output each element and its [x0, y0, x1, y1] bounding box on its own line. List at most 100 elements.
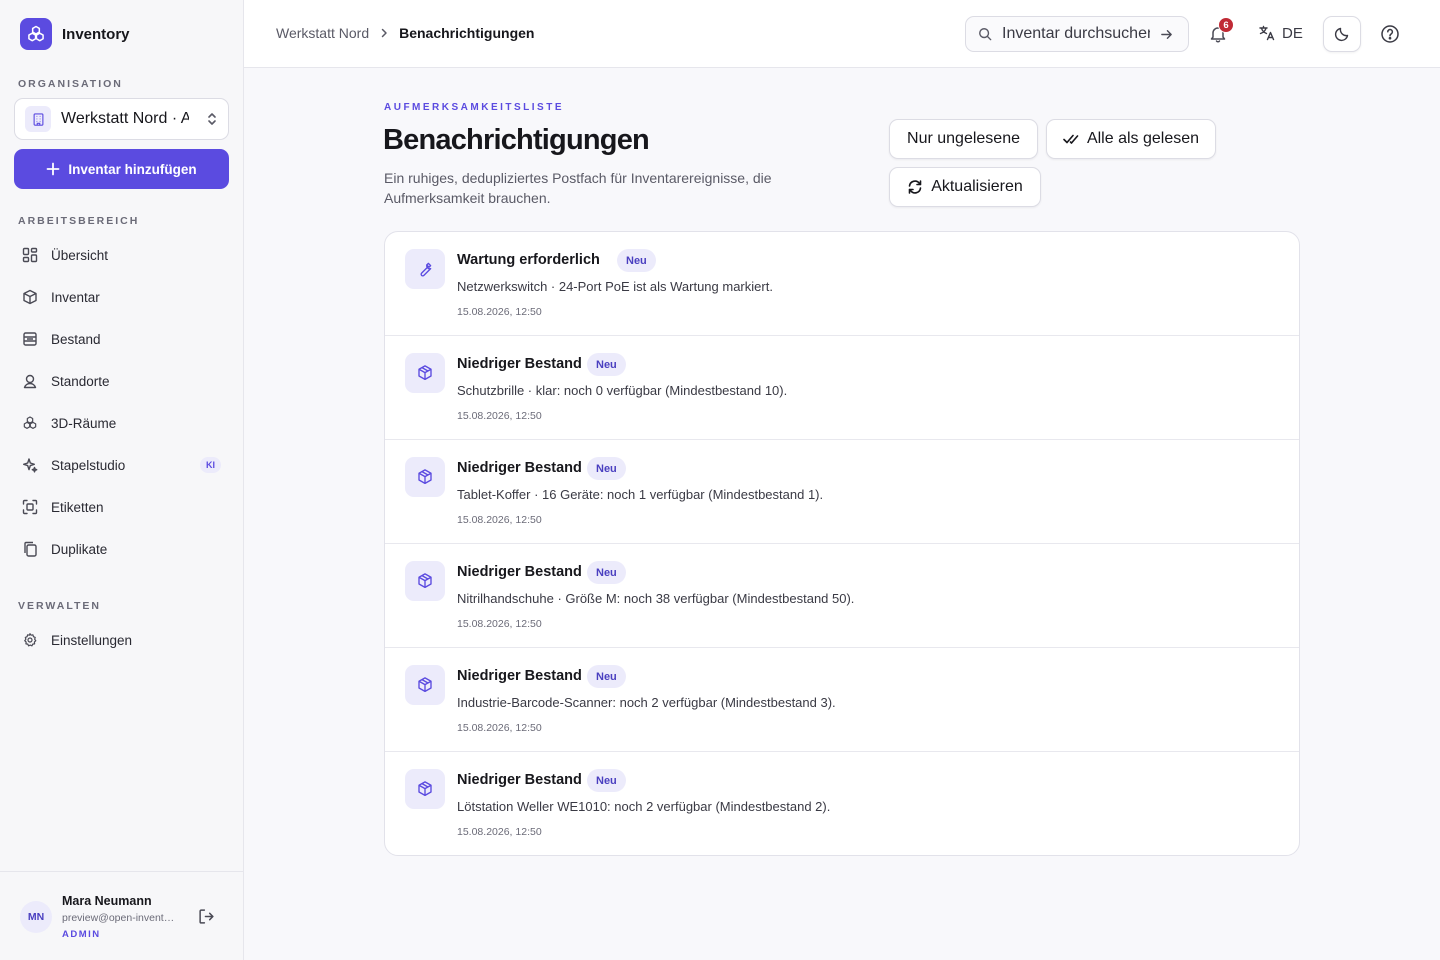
notification-message: Schutzbrille · klar: noch 0 verfügbar (M…: [457, 383, 788, 398]
package-icon: [405, 665, 445, 705]
user-email: preview@open-inventory.app: [62, 912, 178, 924]
search-icon: [978, 27, 992, 41]
notification-count-badge: 6: [1218, 17, 1234, 33]
theme-toggle-button[interactable]: [1323, 16, 1361, 52]
user-panel: MN Mara Neumann preview@open-inventory.a…: [0, 871, 243, 960]
brand[interactable]: Inventory: [20, 18, 130, 50]
search-input[interactable]: [1002, 25, 1150, 43]
sidebar: Inventory ORGANISATION Werkstatt Nord · …: [0, 0, 244, 960]
scan-icon: [22, 499, 38, 515]
notification-title: Niedriger Bestand: [457, 356, 582, 372]
notification-title: Wartung erforderlich: [457, 252, 600, 268]
new-badge: Neu: [587, 665, 626, 688]
sidebar-item-overview[interactable]: Übersicht: [14, 238, 229, 272]
notification-message: Nitrilhandschuhe · Größe M: noch 38 verf…: [457, 591, 855, 606]
page-title: Benachrichtigungen: [383, 124, 650, 156]
sparkle-icon: [22, 457, 38, 473]
sidebar-item-inventory[interactable]: Inventar: [14, 280, 229, 314]
refresh-icon: [907, 179, 923, 195]
notification-item[interactable]: Niedriger Bestand Neu Tablet-Koffer · 16…: [385, 440, 1299, 544]
notification-item[interactable]: Niedriger Bestand Neu Nitrilhandschuhe ·…: [385, 544, 1299, 648]
location-icon: [22, 373, 38, 389]
copy-icon: [22, 541, 38, 557]
translate-icon: [1258, 24, 1276, 42]
wrench-icon: [405, 249, 445, 289]
sidebar-item-locations[interactable]: Standorte: [14, 364, 229, 398]
add-inventory-label: Inventar hinzufügen: [68, 161, 197, 177]
chevron-right-icon: [379, 28, 389, 38]
sidebar-item-label: Stapelstudio: [51, 457, 126, 473]
org-selector[interactable]: Werkstatt Nord · Arbeitsbereich: [14, 98, 229, 140]
gear-icon: [22, 632, 38, 648]
sidebar-item-settings[interactable]: Einstellungen: [14, 623, 229, 657]
notifications-button[interactable]: 6: [1208, 17, 1234, 44]
search-box[interactable]: [965, 16, 1189, 52]
ai-badge: KI: [200, 457, 221, 473]
refresh-button[interactable]: Aktualisieren: [889, 167, 1041, 207]
plus-icon: [46, 162, 60, 176]
package-icon: [405, 457, 445, 497]
notification-item[interactable]: Niedriger Bestand Neu Schutzbrille · kla…: [385, 336, 1299, 440]
topbar: Werkstatt Nord Benachrichtigungen 6 DE: [244, 0, 1440, 68]
manage-section-label: VERWALTEN: [18, 600, 101, 612]
box-icon: [22, 289, 38, 305]
sidebar-item-3d-rooms[interactable]: 3D-Räume: [14, 406, 229, 440]
breadcrumb: Werkstatt Nord Benachrichtigungen: [276, 25, 534, 41]
package-icon: [405, 353, 445, 393]
arrow-right-icon[interactable]: [1160, 28, 1173, 41]
org-section-label: ORGANISATION: [18, 78, 123, 90]
notification-message: Tablet-Koffer · 16 Geräte: noch 1 verfüg…: [457, 487, 824, 502]
refresh-label: Aktualisieren: [931, 178, 1023, 195]
package-icon: [405, 561, 445, 601]
stock-icon: [22, 331, 38, 347]
notification-item[interactable]: Wartung erforderlich Neu Netzwerkswitch …: [385, 232, 1299, 336]
notification-title: Niedriger Bestand: [457, 772, 582, 788]
cubes-icon: [22, 415, 38, 431]
moon-icon: [1334, 26, 1350, 42]
new-badge: Neu: [617, 249, 656, 272]
notification-message: Industrie-Barcode-Scanner: noch 2 verfüg…: [457, 695, 836, 710]
help-icon[interactable]: [1380, 24, 1400, 44]
notification-timestamp: 15.08.2026, 12:50: [457, 410, 542, 422]
dashboard-icon: [22, 247, 38, 263]
sidebar-item-duplicates[interactable]: Duplikate: [14, 532, 229, 566]
sidebar-item-label: Standorte: [51, 373, 110, 389]
logout-icon[interactable]: [198, 908, 215, 925]
package-icon: [405, 769, 445, 809]
unread-only-button[interactable]: Nur ungelesene: [889, 119, 1038, 159]
notification-title: Niedriger Bestand: [457, 564, 582, 580]
new-badge: Neu: [587, 457, 626, 480]
unread-only-label: Nur ungelesene: [907, 130, 1020, 147]
notification-message: Lötstation Weller WE1010: noch 2 verfügb…: [457, 799, 831, 814]
new-badge: Neu: [587, 561, 626, 584]
org-selector-value: Werkstatt Nord · Arbeitsbereich: [61, 110, 189, 127]
sidebar-item-batch-studio[interactable]: Stapelstudio KI: [14, 448, 229, 482]
new-badge: Neu: [587, 769, 626, 792]
chevron-updown-icon: [206, 112, 218, 126]
breadcrumb-item-workspace[interactable]: Werkstatt Nord: [276, 25, 369, 41]
notification-title: Niedriger Bestand: [457, 668, 582, 684]
language-switcher[interactable]: DE: [1258, 24, 1303, 42]
notification-item[interactable]: Niedriger Bestand Neu Industrie-Barcode-…: [385, 648, 1299, 752]
notification-item[interactable]: Niedriger Bestand Neu Lötstation Weller …: [385, 752, 1299, 855]
page-eyebrow: AUFMERKSAMKEITSLISTE: [384, 102, 564, 113]
notification-timestamp: 15.08.2026, 12:50: [457, 618, 542, 630]
mark-all-read-button[interactable]: Alle als gelesen: [1046, 119, 1216, 159]
notification-timestamp: 15.08.2026, 12:50: [457, 722, 542, 734]
language-label: DE: [1282, 24, 1303, 42]
sidebar-item-stock[interactable]: Bestand: [14, 322, 229, 356]
notification-timestamp: 15.08.2026, 12:50: [457, 306, 542, 318]
sidebar-item-label: Duplikate: [51, 541, 108, 557]
sidebar-item-label: Etiketten: [51, 499, 104, 515]
notification-message: Netzwerkswitch · 24-Port PoE ist als War…: [457, 279, 773, 294]
notification-timestamp: 15.08.2026, 12:50: [457, 514, 542, 526]
sidebar-item-labels[interactable]: Etiketten: [14, 490, 229, 524]
notification-timestamp: 15.08.2026, 12:50: [457, 826, 542, 838]
notification-title: Niedriger Bestand: [457, 460, 582, 476]
mark-all-read-label: Alle als gelesen: [1086, 130, 1200, 147]
sidebar-item-label: Inventar: [51, 289, 100, 305]
add-inventory-button[interactable]: Inventar hinzufügen: [14, 149, 229, 189]
breadcrumb-item-current: Benachrichtigungen: [399, 25, 535, 41]
app-logo-icon: [20, 18, 52, 50]
avatar[interactable]: MN: [20, 901, 52, 933]
